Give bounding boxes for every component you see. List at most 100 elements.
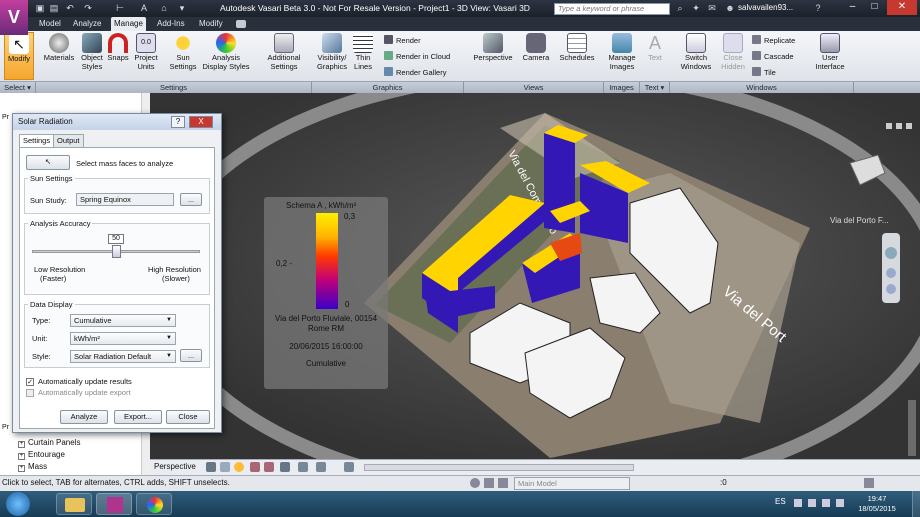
- filter-icon[interactable]: [864, 478, 874, 488]
- search-icon[interactable]: ⌕: [674, 2, 686, 14]
- tab-output[interactable]: Output: [53, 134, 84, 147]
- save-icon[interactable]: ▤: [48, 2, 60, 14]
- replicate-button[interactable]: Replicate: [752, 34, 795, 47]
- visibility-graphics-button[interactable]: Visibility/ Graphics: [314, 32, 350, 80]
- lock-view-icon[interactable]: [344, 462, 354, 472]
- visual-style-icon[interactable]: [206, 462, 216, 472]
- dialog-help-button[interactable]: ?: [171, 116, 185, 128]
- auto-update-results-checkbox[interactable]: ✓: [26, 378, 34, 386]
- select-panel-label[interactable]: Select ▾: [0, 82, 36, 93]
- ribbon-minimize-icon[interactable]: [236, 20, 246, 28]
- style-browse-button[interactable]: ...: [180, 349, 202, 362]
- type-select[interactable]: Cumulative ▼: [70, 314, 176, 327]
- manage-images-button[interactable]: Manage Images: [604, 32, 640, 80]
- snaps-button[interactable]: Snaps: [106, 32, 130, 80]
- orbit-icon[interactable]: [886, 284, 896, 294]
- open-icon[interactable]: ▣: [34, 2, 46, 14]
- select-faces-button[interactable]: ↖: [26, 155, 70, 170]
- minimize-button[interactable]: –: [842, 0, 863, 15]
- 3d-view-icon[interactable]: ⌂: [158, 2, 170, 14]
- communication-icon[interactable]: ✉: [706, 2, 718, 14]
- sun-path-icon[interactable]: [234, 462, 244, 472]
- switch-windows-button[interactable]: Switch Windows: [678, 32, 714, 80]
- project-browser-tab[interactable]: Pr: [2, 424, 9, 431]
- analysis-display-styles-button[interactable]: Analysis Display Styles: [200, 32, 252, 80]
- measure-icon[interactable]: ⊢: [114, 2, 126, 14]
- maximize-button[interactable]: □: [864, 0, 885, 15]
- design-options-icon[interactable]: [484, 478, 494, 488]
- redo-icon[interactable]: ↷: [82, 2, 94, 14]
- workset-icon[interactable]: [470, 478, 480, 488]
- tab-manage[interactable]: Manage: [111, 17, 146, 31]
- expand-icon[interactable]: +: [18, 453, 25, 460]
- render-button[interactable]: Render: [384, 34, 421, 47]
- undo-icon[interactable]: ↶: [64, 2, 76, 14]
- viewport-restore-icon[interactable]: [886, 123, 892, 129]
- language-indicator[interactable]: ES: [775, 497, 786, 506]
- steering-wheel-icon[interactable]: [885, 247, 897, 259]
- reveal-hidden-icon[interactable]: [298, 462, 308, 472]
- analysis-display-toggle-icon[interactable]: [316, 462, 326, 472]
- show-crop-icon[interactable]: [264, 462, 274, 472]
- main-model-select[interactable]: Main Model: [514, 477, 630, 490]
- user-icon[interactable]: ☻: [724, 2, 736, 14]
- customize-qat-icon[interactable]: ▾: [176, 2, 188, 14]
- text-panel-label[interactable]: Text ▾: [640, 82, 670, 93]
- tab-modify[interactable]: Modify: [196, 17, 226, 31]
- camera-button[interactable]: Camera: [520, 32, 552, 80]
- tab-model[interactable]: Model: [36, 17, 64, 31]
- render-in-cloud-button[interactable]: Render in Cloud: [384, 50, 450, 63]
- close-hidden-button[interactable]: Close Hidden: [716, 32, 750, 80]
- user-interface-button[interactable]: User Interface: [812, 32, 848, 80]
- expand-icon[interactable]: +: [18, 441, 25, 448]
- dialog-close-x-button[interactable]: X: [189, 116, 213, 128]
- tree-item-entourage[interactable]: + Entourage: [18, 449, 65, 460]
- start-button[interactable]: [6, 492, 30, 516]
- close-button[interactable]: Close: [166, 410, 210, 424]
- taskbar-paint[interactable]: [136, 493, 172, 515]
- schedules-button[interactable]: Schedules: [556, 32, 598, 80]
- tree-item-mass[interactable]: + Mass: [18, 461, 47, 472]
- horizontal-scrollbar[interactable]: [364, 464, 634, 471]
- zoom-icon[interactable]: [886, 268, 896, 278]
- object-styles-button[interactable]: Object Styles: [78, 32, 106, 80]
- tray-expand-icon[interactable]: [794, 499, 802, 507]
- additional-settings-button[interactable]: Additional Settings: [262, 32, 306, 80]
- tree-item-curtain-panels[interactable]: + Curtain Panels: [18, 437, 80, 448]
- auto-update-export-checkbox[interactable]: [26, 389, 34, 397]
- tab-settings[interactable]: Settings: [19, 134, 55, 147]
- properties-tab[interactable]: Pr: [2, 114, 9, 121]
- search-input[interactable]: Type a keyword or phrase: [554, 3, 670, 15]
- style-select[interactable]: Solar Radiation Default ▼: [70, 350, 176, 363]
- vertical-scrollbar[interactable]: [908, 400, 916, 456]
- cascade-button[interactable]: Cascade: [752, 50, 794, 63]
- power-icon[interactable]: [822, 499, 830, 507]
- expand-icon[interactable]: +: [18, 465, 25, 472]
- user-name[interactable]: salvavailen93...: [738, 3, 793, 12]
- network-icon[interactable]: [808, 499, 816, 507]
- temporary-hide-icon[interactable]: [280, 462, 290, 472]
- taskbar-explorer[interactable]: [56, 493, 92, 515]
- materials-button[interactable]: Materials: [40, 32, 78, 80]
- taskbar-clock[interactable]: 19:47 18/05/2015: [842, 494, 912, 514]
- subscription-icon[interactable]: ✦: [690, 2, 702, 14]
- text-tool-icon[interactable]: A: [138, 2, 150, 14]
- crop-view-icon[interactable]: [250, 462, 260, 472]
- viewcube-label[interactable]: Via del Porto F...: [830, 216, 889, 225]
- tab-analyze[interactable]: Analyze: [70, 17, 104, 31]
- application-menu-button[interactable]: V: [0, 0, 28, 35]
- sun-study-browse-button[interactable]: ...: [180, 193, 202, 206]
- export-button[interactable]: Export...: [114, 410, 162, 424]
- shadows-icon[interactable]: [220, 462, 230, 472]
- render-gallery-button[interactable]: Render Gallery: [384, 66, 446, 79]
- editable-only-icon[interactable]: [498, 478, 508, 488]
- sun-settings-button[interactable]: Sun Settings: [166, 32, 200, 80]
- perspective-button[interactable]: Perspective: [470, 32, 516, 80]
- tab-add-ins[interactable]: Add-Ins: [154, 17, 188, 31]
- taskbar-vasari[interactable]: [96, 493, 132, 515]
- show-desktop-button[interactable]: [912, 491, 920, 517]
- text-button[interactable]: A Text: [643, 32, 667, 80]
- help-icon[interactable]: ?: [812, 2, 824, 14]
- viewport-close-icon[interactable]: [906, 123, 912, 129]
- project-units-button[interactable]: 0.0 Project Units: [131, 32, 161, 80]
